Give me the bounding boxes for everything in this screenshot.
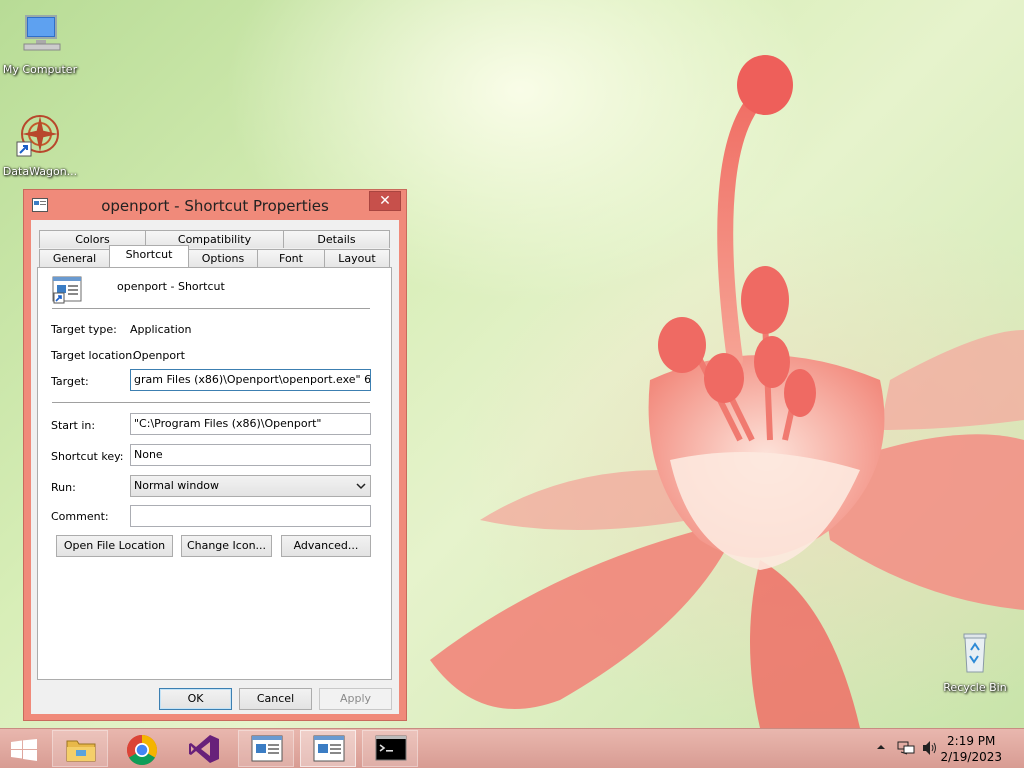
run-label: Run: xyxy=(51,481,76,494)
start-in-label: Start in: xyxy=(51,419,96,432)
advanced-button[interactable]: Advanced... xyxy=(281,535,371,557)
network-icon[interactable] xyxy=(897,740,915,759)
chevron-down-icon xyxy=(356,476,366,504)
taskbar-visual-studio[interactable] xyxy=(176,730,232,767)
visual-studio-icon xyxy=(189,735,219,763)
shortcut-tab-panel: openport - Shortcut Target type: Applica… xyxy=(37,267,392,680)
run-select-value: Normal window xyxy=(134,479,220,492)
divider xyxy=(52,308,370,309)
dialog-title: openport - Shortcut Properties xyxy=(101,197,329,215)
target-input[interactable]: gram Files (x86)\Openport\openport.exe" … xyxy=(130,369,371,391)
target-location-label: Target location: xyxy=(51,349,136,362)
command-prompt-icon xyxy=(375,735,407,761)
tab-details[interactable]: Details xyxy=(283,230,390,248)
desktop-icon-label: Recycle Bin xyxy=(943,681,1007,694)
shortcut-properties-dialog: openport - Shortcut Properties ✕ Colors … xyxy=(23,189,407,721)
close-button[interactable]: ✕ xyxy=(369,191,401,211)
computer-icon xyxy=(23,15,61,51)
comment-label: Comment: xyxy=(51,510,109,523)
open-file-location-button[interactable]: Open File Location xyxy=(56,535,173,557)
apply-button[interactable]: Apply xyxy=(319,688,392,710)
clock-date: 2/19/2023 xyxy=(940,750,1002,764)
divider xyxy=(52,402,370,403)
dialog-client-area: Colors Compatibility Details General Sho… xyxy=(31,220,399,714)
taskbar-command-prompt[interactable] xyxy=(362,730,418,767)
chrome-icon xyxy=(126,735,158,766)
clock[interactable]: 2:19 PM 2/19/2023 xyxy=(940,733,1002,765)
start-button[interactable] xyxy=(0,730,48,767)
tab-general[interactable]: General xyxy=(39,249,110,267)
show-hidden-icons-chevron[interactable] xyxy=(876,740,886,757)
target-type-label: Target type: xyxy=(51,323,117,336)
tab-shortcut[interactable]: Shortcut xyxy=(109,245,189,267)
comment-input[interactable] xyxy=(130,505,371,527)
taskbar-chrome[interactable] xyxy=(114,730,170,767)
shortcut-window-icon xyxy=(251,735,283,762)
datawagon-icon xyxy=(16,115,59,157)
shortcut-file-icon xyxy=(52,276,82,304)
desktop-icon-my-computer[interactable]: My Computer xyxy=(0,10,80,76)
volume-icon[interactable] xyxy=(921,740,939,759)
shortcut-key-input[interactable]: None xyxy=(130,444,371,466)
run-select[interactable]: Normal window xyxy=(130,475,371,497)
change-icon-button[interactable]: Change Icon... xyxy=(181,535,272,557)
ok-button[interactable]: OK xyxy=(159,688,232,710)
dialog-titlebar[interactable]: openport - Shortcut Properties ✕ xyxy=(24,190,406,220)
start-in-input[interactable]: "C:\Program Files (x86)\Openport" xyxy=(130,413,371,435)
taskbar-shortcut-window-2[interactable] xyxy=(300,730,356,767)
tab-options[interactable]: Options xyxy=(188,249,258,267)
clock-time: 2:19 PM xyxy=(947,734,996,748)
target-type-value: Application xyxy=(130,323,192,336)
shortcut-key-label: Shortcut key: xyxy=(51,450,124,463)
file-explorer-icon xyxy=(66,740,96,762)
taskbar-shortcut-window-1[interactable] xyxy=(238,730,294,767)
desktop-icon-datawagon[interactable]: DataWagon... xyxy=(0,112,80,178)
tab-font[interactable]: Font xyxy=(257,249,325,267)
desktop-icon-label: DataWagon... xyxy=(2,165,78,178)
desktop-icon-recycle-bin[interactable]: Recycle Bin xyxy=(935,628,1015,694)
shortcut-name: openport - Shortcut xyxy=(117,280,225,293)
taskbar: 2:19 PM 2/19/2023 xyxy=(0,728,1024,768)
shortcut-window-icon xyxy=(313,735,345,762)
tab-layout[interactable]: Layout xyxy=(324,249,390,267)
recycle-bin-icon xyxy=(963,633,987,673)
cancel-button[interactable]: Cancel xyxy=(239,688,312,710)
target-label: Target: xyxy=(51,375,89,388)
desktop-icon-label: My Computer xyxy=(2,63,78,76)
target-location-value: Openport xyxy=(133,349,185,362)
windows-logo-icon xyxy=(11,739,37,761)
taskbar-file-explorer[interactable] xyxy=(52,730,108,767)
